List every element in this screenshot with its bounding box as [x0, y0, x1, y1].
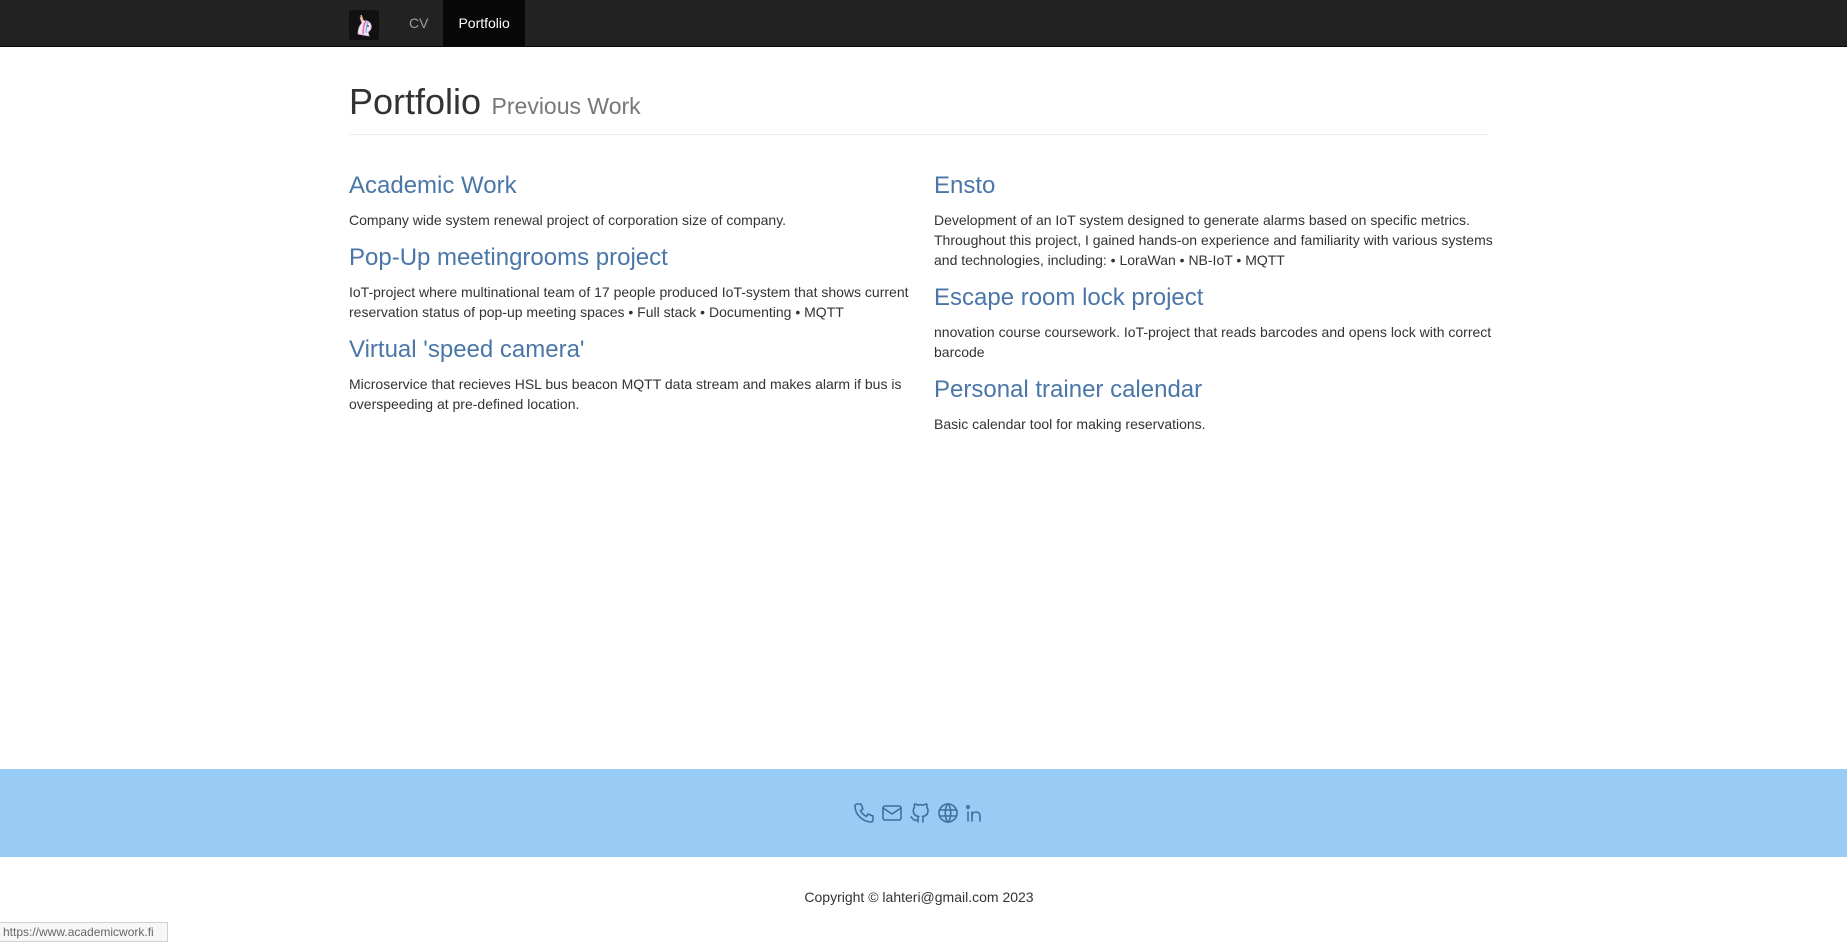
copyright-text: Copyright © lahteri@gmail.com 2023	[804, 889, 1034, 905]
portfolio-item-description: Basic calendar tool for making reservati…	[934, 416, 1206, 432]
portfolio-item: Pop-Up meetingrooms project IoT-project …	[349, 244, 909, 322]
portfolio-item-title-link[interactable]: Escape room lock project	[934, 284, 1494, 312]
portfolio-item-title-link[interactable]: Academic Work	[349, 172, 909, 200]
globe-icon[interactable]	[935, 800, 960, 825]
portfolio-item-description: nnovation course coursework. IoT-project…	[934, 324, 1492, 360]
contact-icons	[851, 800, 988, 825]
portfolio-item: Ensto Development of an IoT system desig…	[934, 172, 1494, 270]
portfolio-item: Personal trainer calendar Basic calendar…	[934, 376, 1494, 434]
portfolio-item: Academic Work Company wide system renewa…	[349, 172, 909, 230]
portfolio-item-description: Microservice that recieves HSL bus beaco…	[349, 376, 902, 412]
portfolio-item: Escape room lock project nnovation cours…	[934, 284, 1494, 362]
linkedin-icon[interactable]	[963, 800, 988, 825]
page-subtitle: Previous Work	[491, 93, 641, 119]
portfolio-item-title-link[interactable]: Pop-Up meetingrooms project	[349, 244, 909, 272]
status-bar-url: https://www.academicwork.fi	[0, 922, 168, 942]
nav-item-cv[interactable]: CV	[394, 0, 443, 46]
unicorn-logo-icon[interactable]	[349, 10, 379, 40]
portfolio-item-description: Company wide system renewal project of c…	[349, 212, 787, 228]
portfolio-item-description: Development of an IoT system designed to…	[934, 212, 1493, 268]
portfolio-left-column: Academic Work Company wide system renewa…	[349, 172, 909, 428]
portfolio-item-title-link[interactable]: Virtual 'speed camera'	[349, 336, 909, 364]
github-icon[interactable]	[907, 800, 932, 825]
portfolio-item: Virtual 'speed camera' Microservice that…	[349, 336, 909, 414]
mail-icon[interactable]	[879, 800, 904, 825]
nav-item-portfolio[interactable]: Portfolio	[443, 0, 525, 46]
page-title: Portfolio	[349, 81, 482, 122]
portfolio-right-column: Ensto Development of an IoT system desig…	[934, 172, 1494, 448]
portfolio-item-title-link[interactable]: Ensto	[934, 172, 1494, 200]
phone-icon[interactable]	[851, 800, 876, 825]
top-navbar: CV Portfolio	[0, 0, 1847, 47]
page-header: Portfolio Previous Work	[349, 82, 1489, 135]
navbar-content: CV Portfolio	[349, 0, 525, 46]
portfolio-item-description: IoT-project where multinational team of …	[349, 284, 909, 320]
portfolio-item-title-link[interactable]: Personal trainer calendar	[934, 376, 1494, 404]
